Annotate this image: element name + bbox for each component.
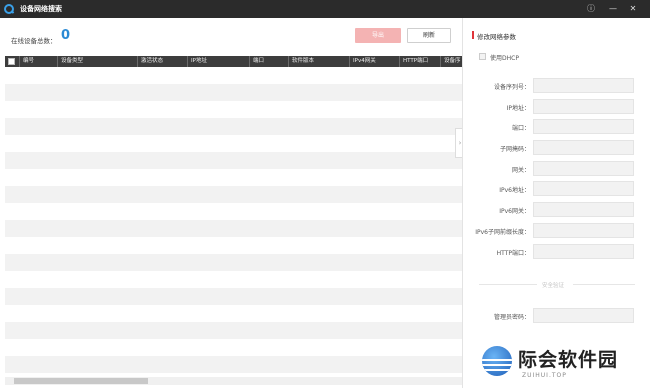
gateway-field[interactable] bbox=[533, 161, 634, 176]
subnet-mask-field[interactable] bbox=[533, 140, 634, 155]
info-icon[interactable]: ⓘ bbox=[584, 2, 598, 16]
form-row-gateway: 网关： bbox=[463, 161, 650, 176]
field-label: 端口： bbox=[511, 125, 530, 132]
horizontal-scrollbar[interactable] bbox=[5, 377, 462, 385]
table-row[interactable] bbox=[5, 322, 462, 339]
table-row[interactable] bbox=[5, 288, 462, 305]
column-header-serial[interactable]: 设备序 bbox=[440, 56, 461, 67]
field-label: 子网掩码： bbox=[499, 146, 530, 153]
column-header-port[interactable]: 端口 bbox=[249, 56, 264, 67]
section-divider bbox=[573, 284, 635, 285]
refresh-button[interactable]: 刷新 bbox=[407, 28, 451, 43]
section-marker bbox=[472, 31, 474, 39]
dhcp-checkbox[interactable] bbox=[479, 53, 486, 60]
watermark-logo-icon bbox=[482, 346, 512, 376]
table-row[interactable] bbox=[5, 237, 462, 254]
serial-number-field[interactable] bbox=[533, 78, 634, 93]
table-row[interactable] bbox=[5, 203, 462, 220]
form-row-ipv6: IPv6地址： bbox=[463, 181, 650, 196]
form-row-port: 端口： bbox=[463, 119, 650, 134]
device-table-body bbox=[5, 67, 462, 375]
field-label: IPv6地址： bbox=[499, 187, 530, 194]
field-label: 管理员密码： bbox=[493, 314, 530, 321]
search-app-icon bbox=[4, 4, 14, 14]
table-row[interactable] bbox=[5, 118, 462, 135]
network-params-panel: 修改网络参数 使用DHCP 设备序列号： IP地址： 端口： 子网掩码： 网关：… bbox=[463, 18, 650, 388]
security-section-label: 安全验证 bbox=[542, 283, 565, 289]
table-row[interactable] bbox=[5, 186, 462, 203]
form-row-ipv6-prefix: IPv6子网前缀长度： bbox=[463, 223, 650, 238]
table-row[interactable] bbox=[5, 101, 462, 118]
column-header-software-version[interactable]: 软件版本 bbox=[288, 56, 314, 67]
column-header-device-type[interactable]: 设备类型 bbox=[57, 56, 83, 67]
watermark: 际会软件园 ZUIHUI.TOP bbox=[468, 337, 650, 388]
admin-password-field[interactable] bbox=[533, 308, 634, 323]
watermark-title: 际会软件园 bbox=[518, 349, 619, 371]
select-all-checkbox[interactable] bbox=[8, 58, 15, 65]
table-row[interactable] bbox=[5, 339, 462, 356]
form-row-ipv6-gateway: IPv6网关： bbox=[463, 202, 650, 217]
table-row[interactable] bbox=[5, 67, 462, 84]
table-row[interactable] bbox=[5, 84, 462, 101]
scrollbar-thumb[interactable] bbox=[14, 378, 148, 384]
ipv6-address-field[interactable] bbox=[533, 181, 634, 196]
ip-address-field[interactable] bbox=[533, 99, 634, 114]
section-divider bbox=[479, 284, 537, 285]
form-row-ip: IP地址： bbox=[463, 99, 650, 114]
title-bar: 设备网络搜索 ⓘ — ✕ bbox=[0, 0, 650, 18]
table-header: 编号 设备类型 激活状态 IP地址 端口 软件版本 IPv4网关 HTTP端口 … bbox=[5, 56, 462, 67]
form-row-serial: 设备序列号： bbox=[463, 78, 650, 93]
form-row-http-port: HTTP端口： bbox=[463, 244, 650, 259]
export-button[interactable]: 导出 bbox=[355, 28, 401, 43]
field-label: 网关： bbox=[511, 167, 530, 174]
table-row[interactable] bbox=[5, 271, 462, 288]
column-header-http-port[interactable]: HTTP端口 bbox=[399, 56, 428, 67]
table-row[interactable] bbox=[5, 356, 462, 373]
field-label: IPv6网关： bbox=[499, 208, 530, 215]
field-label: 设备序列号： bbox=[493, 84, 530, 91]
form-row-subnet: 子网掩码： bbox=[463, 140, 650, 155]
table-row[interactable] bbox=[5, 305, 462, 322]
field-label: IP地址： bbox=[506, 105, 530, 112]
watermark-subtitle: ZUIHUI.TOP bbox=[522, 372, 567, 379]
form-row-admin-password: 管理员密码： bbox=[463, 308, 650, 323]
column-header-ip[interactable]: IP地址 bbox=[187, 56, 207, 67]
field-label: HTTP端口： bbox=[496, 250, 530, 257]
panel-title: 修改网络参数 bbox=[477, 33, 516, 41]
column-header-index[interactable]: 编号 bbox=[19, 56, 34, 67]
table-row[interactable] bbox=[5, 169, 462, 186]
column-header-activation[interactable]: 激活状态 bbox=[137, 56, 163, 67]
table-row[interactable] bbox=[5, 152, 462, 169]
table-row[interactable] bbox=[5, 135, 462, 152]
column-header-ipv4-gateway[interactable]: IPv4网关 bbox=[349, 56, 376, 67]
window-title: 设备网络搜索 bbox=[20, 5, 62, 13]
minimize-icon[interactable]: — bbox=[606, 2, 620, 16]
table-row[interactable] bbox=[5, 220, 462, 237]
http-port-field[interactable] bbox=[533, 244, 634, 259]
ipv6-gateway-field[interactable] bbox=[533, 202, 634, 217]
port-field[interactable] bbox=[533, 119, 634, 134]
field-label: IPv6子网前缀长度： bbox=[475, 229, 530, 236]
dhcp-label: 使用DHCP bbox=[490, 55, 519, 62]
device-list-pane: 在线设备总数： 0 导出 刷新 编号 设备类型 激活状态 IP地址 端口 软件版… bbox=[0, 18, 464, 388]
close-icon[interactable]: ✕ bbox=[626, 2, 640, 16]
ipv6-prefix-field[interactable] bbox=[533, 223, 634, 238]
table-row[interactable] bbox=[5, 254, 462, 271]
online-count-label: 在线设备总数： bbox=[11, 37, 57, 45]
online-count-value: 0 bbox=[61, 28, 71, 43]
